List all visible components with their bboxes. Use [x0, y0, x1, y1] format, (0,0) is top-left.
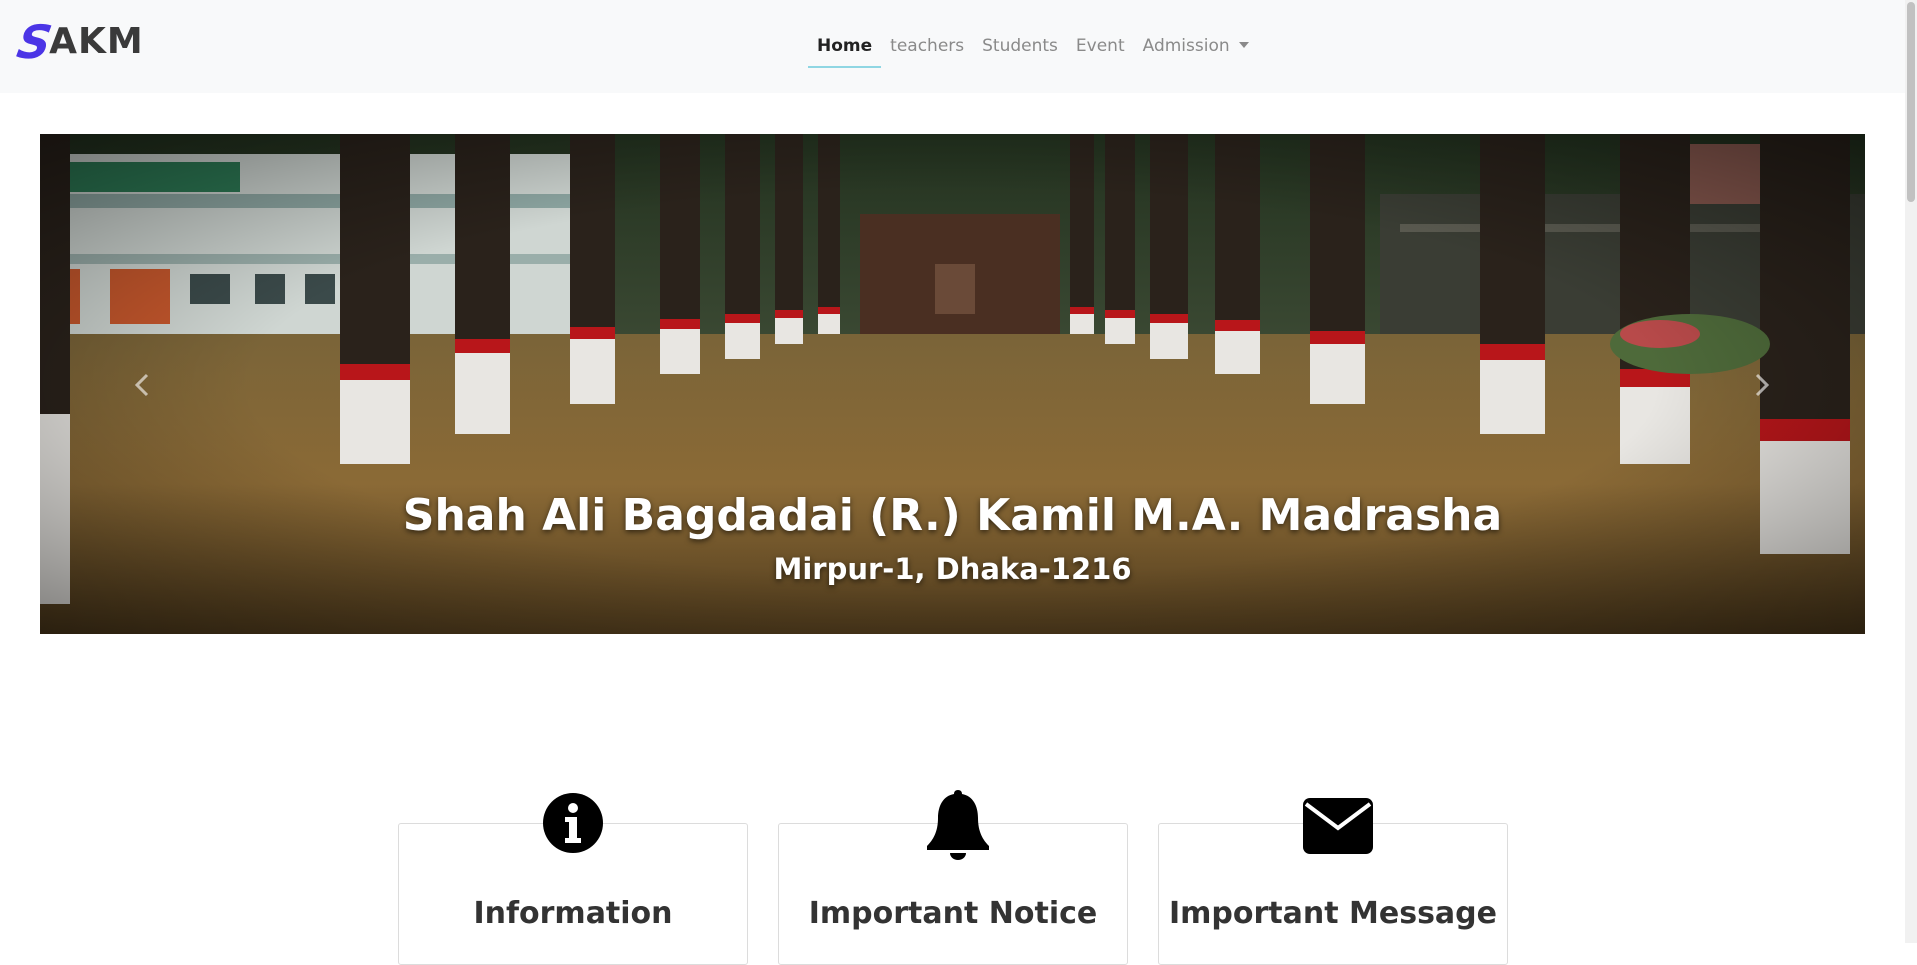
nav-item-admission-dropdown[interactable]: Admission: [1134, 28, 1258, 64]
chevron-right-icon: [1755, 373, 1770, 397]
hero-carousel: Shah Ali Bagdadai (R.) Kamil M.A. Madras…: [40, 134, 1865, 634]
envelope-icon: [1303, 798, 1373, 854]
bell-icon: [927, 790, 989, 860]
carousel-next-button[interactable]: [1742, 360, 1782, 410]
chevron-left-icon: [134, 373, 149, 397]
card-title: Information: [473, 896, 673, 931]
caret-down-icon: [1238, 42, 1249, 48]
nav-item-admission-label: Admission: [1142, 36, 1230, 56]
page-scrollbar[interactable]: [1905, 0, 1917, 943]
brand-logo-text: AKM: [49, 21, 144, 62]
hero-subtitle: Mirpur-1, Dhaka-1216: [773, 552, 1132, 586]
nav-item-students[interactable]: Students: [973, 28, 1067, 64]
brand-logo[interactable]: S AKM: [13, 15, 144, 69]
nav-item-home[interactable]: Home: [808, 28, 882, 68]
hero-title: Shah Ali Bagdadai (R.) Kamil M.A. Madras…: [402, 490, 1503, 541]
nav-item-event[interactable]: Event: [1067, 28, 1134, 64]
main-nav: Home teachers Students Event Admission: [808, 26, 1258, 68]
scrollbar-thumb[interactable]: [1907, 2, 1915, 202]
card-title: Important Notice: [808, 896, 1098, 931]
carousel-caption: Shah Ali Bagdadai (R.) Kamil M.A. Madras…: [40, 486, 1865, 592]
card-title: Important Message: [1168, 896, 1497, 931]
carousel-prev-button[interactable]: [122, 360, 162, 410]
navbar: S AKM Home teachers Students Event Admis…: [0, 0, 1905, 93]
info-circle-icon: [543, 793, 603, 853]
nav-item-teachers[interactable]: teachers: [881, 28, 973, 64]
